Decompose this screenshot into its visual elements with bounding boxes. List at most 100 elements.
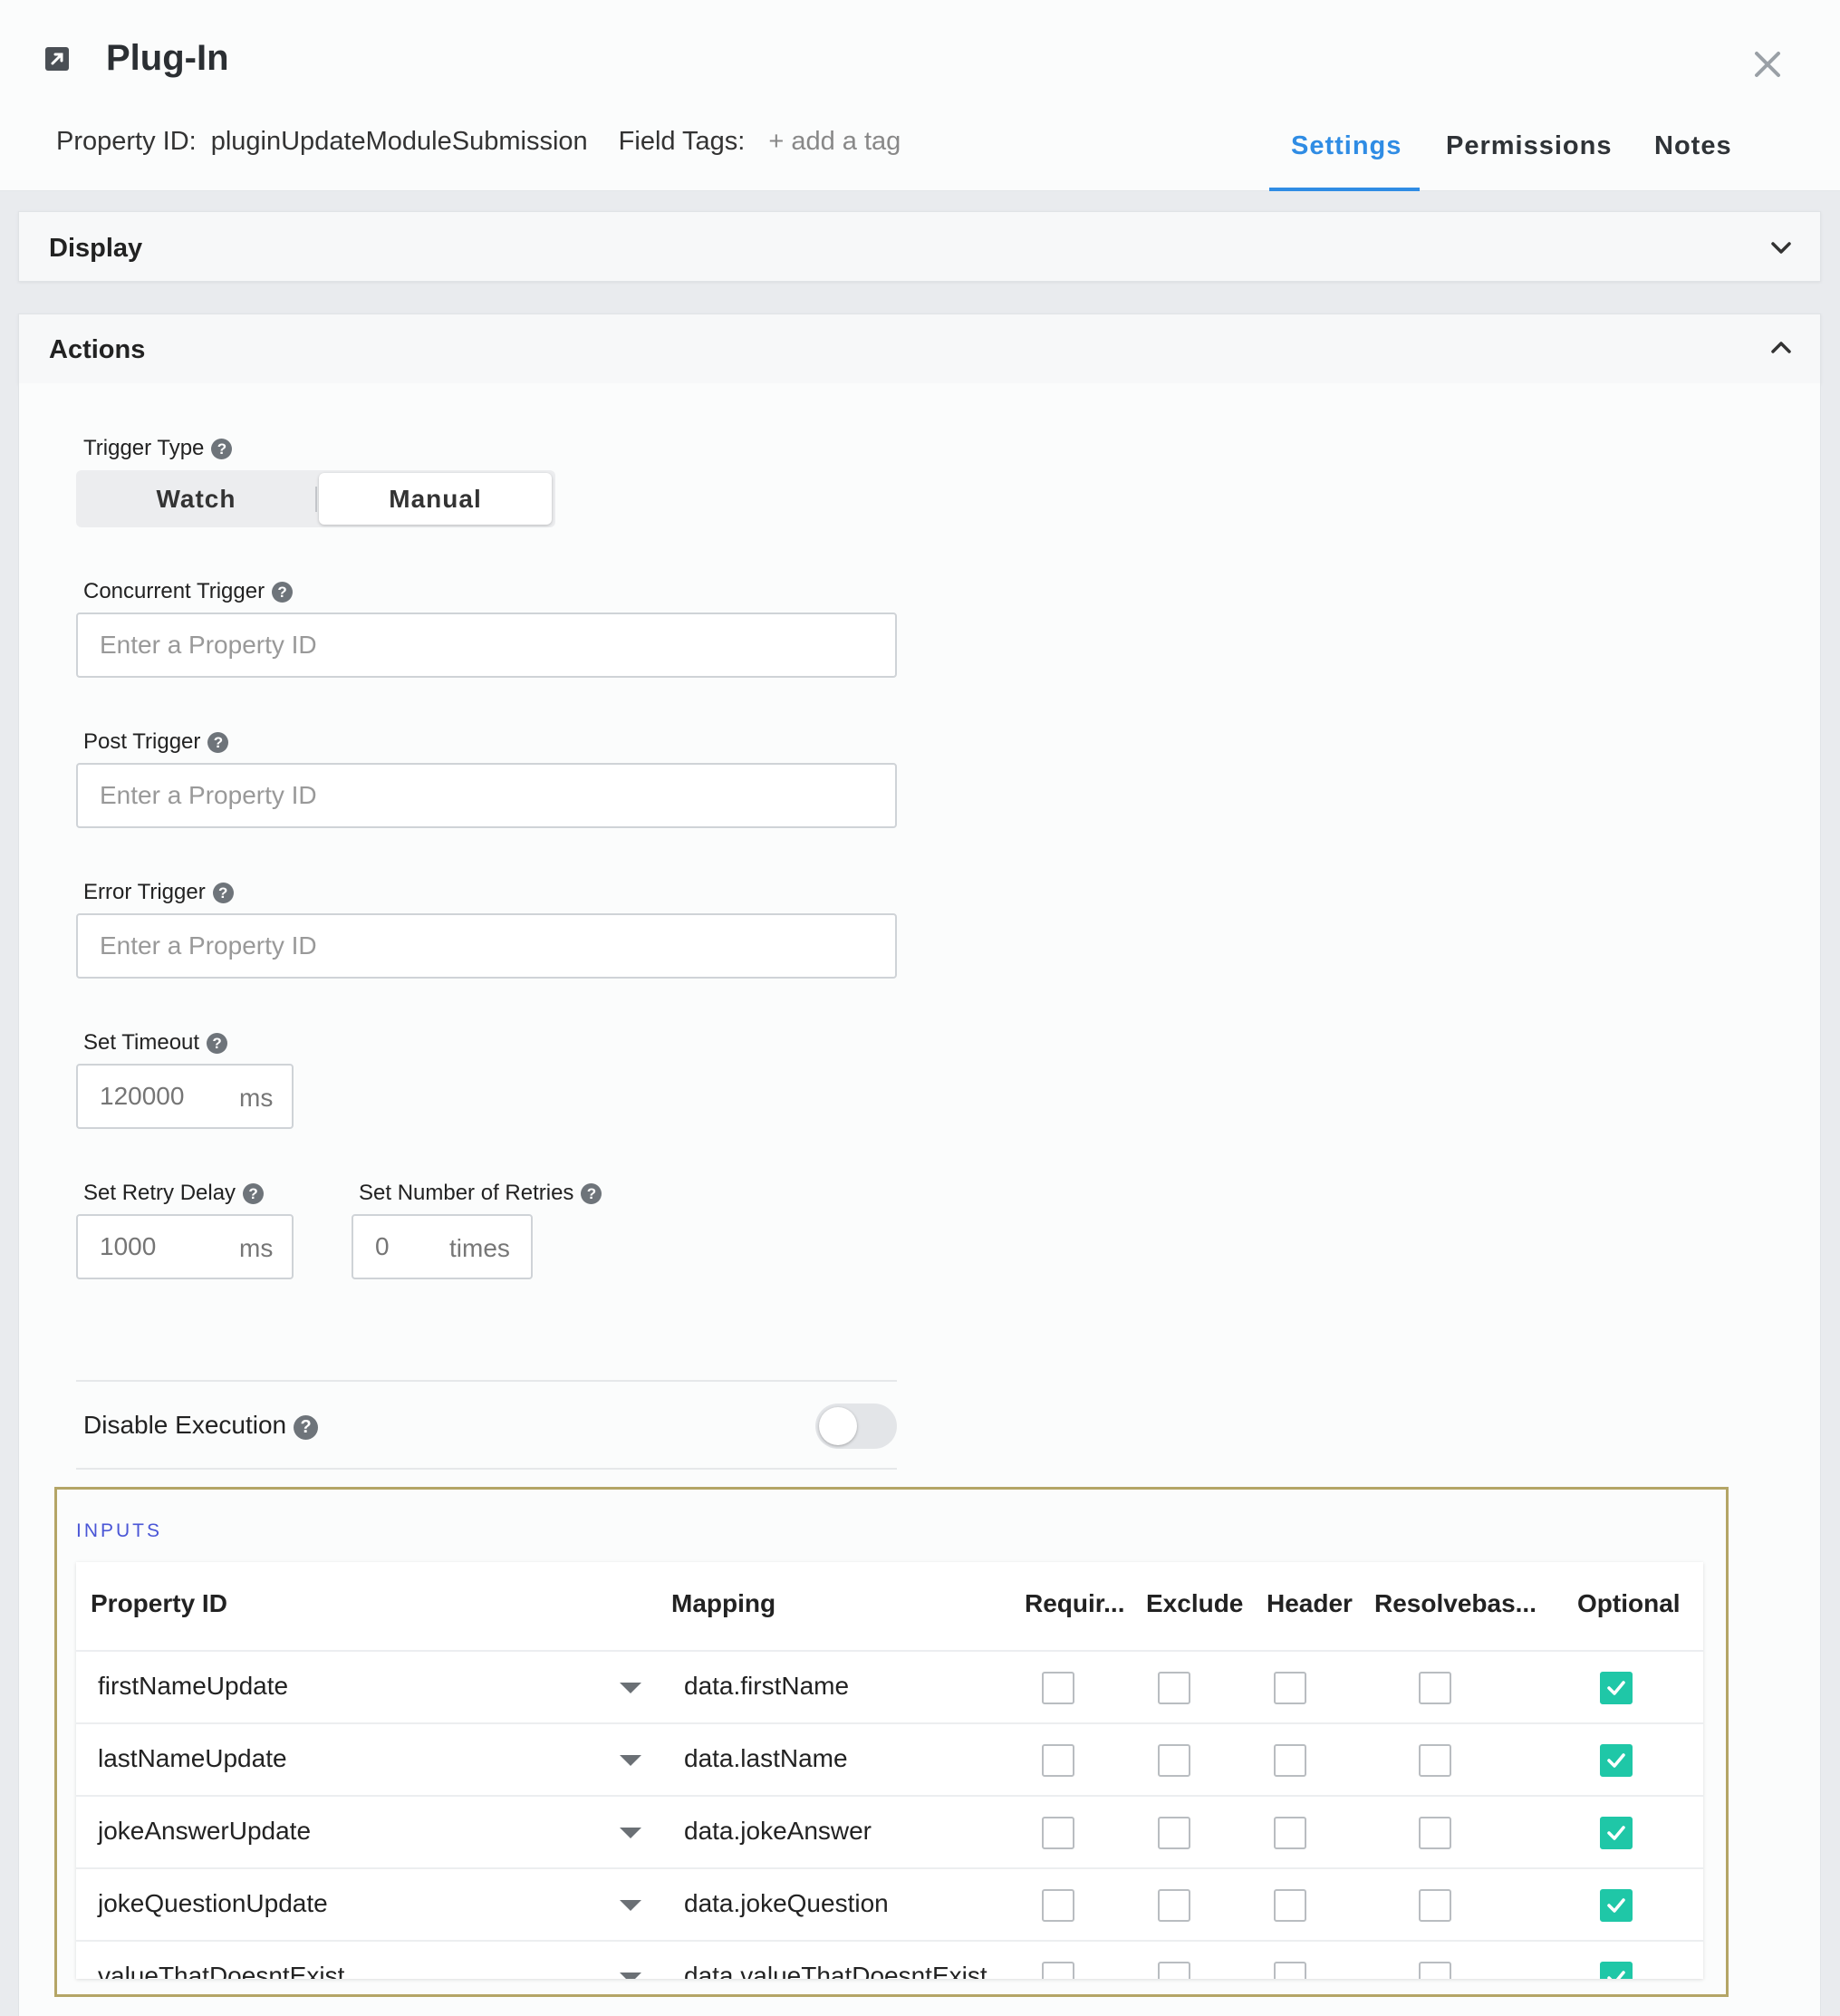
error-trigger-label: Error Trigger? xyxy=(83,880,234,905)
retry-delay-field[interactable]: ms xyxy=(76,1214,294,1279)
table-row: valueThatDoesntExist data.valueThatDoesnt… xyxy=(76,1940,1703,1979)
help-circle-icon[interactable]: ? xyxy=(211,439,233,459)
exclude-checkbox[interactable] xyxy=(1158,1889,1190,1922)
trigger-type-selector: Watch Manual xyxy=(76,470,555,527)
help-circle-icon[interactable]: ? xyxy=(581,1183,602,1204)
required-checkbox[interactable] xyxy=(1042,1962,1074,1979)
chevron-down-icon[interactable] xyxy=(1768,234,1795,261)
row-mapping[interactable]: data.valueThatDoesntExist xyxy=(684,1962,987,1979)
optional-checkbox[interactable] xyxy=(1600,1817,1633,1849)
optional-checkbox[interactable] xyxy=(1600,1744,1633,1777)
resolvebase-checkbox[interactable] xyxy=(1419,1889,1451,1922)
required-checkbox[interactable] xyxy=(1042,1672,1074,1704)
caret-down-icon[interactable] xyxy=(620,1683,641,1693)
tab-settings[interactable]: Settings xyxy=(1291,131,1402,161)
exclude-checkbox[interactable] xyxy=(1158,1672,1190,1704)
tab-notes[interactable]: Notes xyxy=(1654,131,1732,161)
caret-down-icon[interactable] xyxy=(620,1755,641,1766)
concurrent-trigger-label: Concurrent Trigger? xyxy=(83,579,294,604)
retries-field[interactable]: times xyxy=(352,1214,533,1279)
concurrent-trigger-input[interactable] xyxy=(76,613,897,678)
timeout-input[interactable] xyxy=(78,1066,223,1127)
check-icon xyxy=(1607,1971,1625,1979)
row-property-id[interactable]: jokeQuestionUpdate xyxy=(98,1889,328,1918)
header-checkbox[interactable] xyxy=(1274,1817,1306,1849)
header-checkbox[interactable] xyxy=(1274,1962,1306,1979)
row-property-id[interactable]: jokeAnswerUpdate xyxy=(98,1817,311,1846)
retries-label: Set Number of Retries? xyxy=(359,1181,602,1206)
add-tag-link[interactable]: + add a tag xyxy=(768,127,901,157)
external-link-icon xyxy=(45,47,69,71)
column-header-mapping[interactable]: Mapping xyxy=(671,1589,775,1618)
caret-down-icon[interactable] xyxy=(620,1828,641,1838)
resolvebase-checkbox[interactable] xyxy=(1419,1962,1451,1979)
table-row: jokeAnswerUpdate data.jokeAnswer xyxy=(76,1795,1703,1867)
column-header-resolvebase[interactable]: Resolvebas... xyxy=(1374,1589,1537,1618)
help-circle-icon[interactable]: ? xyxy=(272,582,294,603)
help-circle-icon[interactable]: ? xyxy=(243,1183,265,1204)
field-tags-label: Field Tags: xyxy=(618,127,746,156)
column-header-optional[interactable]: Optional xyxy=(1577,1589,1681,1618)
required-checkbox[interactable] xyxy=(1042,1889,1074,1922)
tab-permissions[interactable]: Permissions xyxy=(1446,131,1612,161)
column-header-header[interactable]: Header xyxy=(1267,1589,1353,1618)
help-circle-icon[interactable]: ? xyxy=(207,732,229,753)
header-checkbox[interactable] xyxy=(1274,1672,1306,1704)
property-id-value: pluginUpdateModuleSubmission xyxy=(210,127,588,156)
row-property-id[interactable]: firstNameUpdate xyxy=(98,1672,288,1701)
trigger-type-label: Trigger Type? xyxy=(83,436,233,461)
row-property-id[interactable]: valueThatDoesntExist xyxy=(98,1962,344,1979)
display-section-header[interactable]: Display xyxy=(18,211,1821,282)
timeout-unit: ms xyxy=(239,1084,274,1112)
row-mapping[interactable]: data.jokeQuestion xyxy=(684,1889,889,1918)
optional-checkbox[interactable] xyxy=(1600,1672,1633,1704)
post-trigger-input[interactable] xyxy=(76,763,897,828)
property-id-label: Property ID: xyxy=(56,127,197,156)
exclude-checkbox[interactable] xyxy=(1158,1962,1190,1979)
caret-down-icon[interactable] xyxy=(620,1973,641,1979)
optional-checkbox[interactable] xyxy=(1600,1889,1633,1922)
column-header-property-id[interactable]: Property ID xyxy=(91,1589,227,1618)
modal-header: Plug-In Property ID: pluginUpdateModuleSu… xyxy=(0,0,1840,191)
inputs-panel: INPUTS Property ID Mapping Requir... Exc… xyxy=(54,1487,1729,1997)
error-trigger-input[interactable] xyxy=(76,913,897,979)
required-checkbox[interactable] xyxy=(1042,1817,1074,1849)
check-icon xyxy=(1607,1898,1625,1913)
actions-section-header[interactable]: Actions xyxy=(18,313,1821,384)
help-circle-icon[interactable]: ? xyxy=(212,883,234,903)
trigger-watch-option[interactable]: Watch xyxy=(76,470,316,527)
row-mapping[interactable]: data.firstName xyxy=(684,1672,849,1701)
resolvebase-checkbox[interactable] xyxy=(1419,1744,1451,1777)
header-checkbox[interactable] xyxy=(1274,1889,1306,1922)
inputs-title: INPUTS xyxy=(76,1520,163,1541)
close-icon[interactable] xyxy=(1748,45,1787,83)
retry-delay-unit: ms xyxy=(239,1234,274,1262)
exclude-checkbox[interactable] xyxy=(1158,1817,1190,1849)
caret-down-icon[interactable] xyxy=(620,1900,641,1911)
check-icon xyxy=(1607,1681,1625,1695)
row-mapping[interactable]: data.jokeAnswer xyxy=(684,1817,872,1846)
trigger-manual-option[interactable]: Manual xyxy=(319,473,552,525)
disable-execution-toggle[interactable] xyxy=(815,1403,897,1449)
row-property-id[interactable]: lastNameUpdate xyxy=(98,1744,287,1773)
column-header-required[interactable]: Requir... xyxy=(1025,1589,1124,1618)
actions-section-title: Actions xyxy=(49,335,146,364)
disable-execution-label: Disable Execution? xyxy=(83,1411,319,1440)
header-checkbox[interactable] xyxy=(1274,1744,1306,1777)
chevron-up-icon[interactable] xyxy=(1768,334,1795,362)
resolvebase-checkbox[interactable] xyxy=(1419,1672,1451,1704)
row-mapping[interactable]: data.lastName xyxy=(684,1744,848,1773)
retry-delay-input[interactable] xyxy=(78,1216,223,1278)
table-row: lastNameUpdate data.lastName xyxy=(76,1722,1703,1795)
required-checkbox[interactable] xyxy=(1042,1744,1074,1777)
help-circle-icon[interactable]: ? xyxy=(207,1033,228,1054)
timeout-field[interactable]: ms xyxy=(76,1064,294,1129)
resolvebase-checkbox[interactable] xyxy=(1419,1817,1451,1849)
display-section-title: Display xyxy=(49,234,143,263)
retries-input[interactable] xyxy=(353,1216,444,1278)
column-header-exclude[interactable]: Exclude xyxy=(1146,1589,1243,1618)
optional-checkbox[interactable] xyxy=(1600,1962,1633,1979)
exclude-checkbox[interactable] xyxy=(1158,1744,1190,1777)
divider xyxy=(76,1468,897,1470)
help-circle-icon[interactable]: ? xyxy=(294,1415,319,1440)
